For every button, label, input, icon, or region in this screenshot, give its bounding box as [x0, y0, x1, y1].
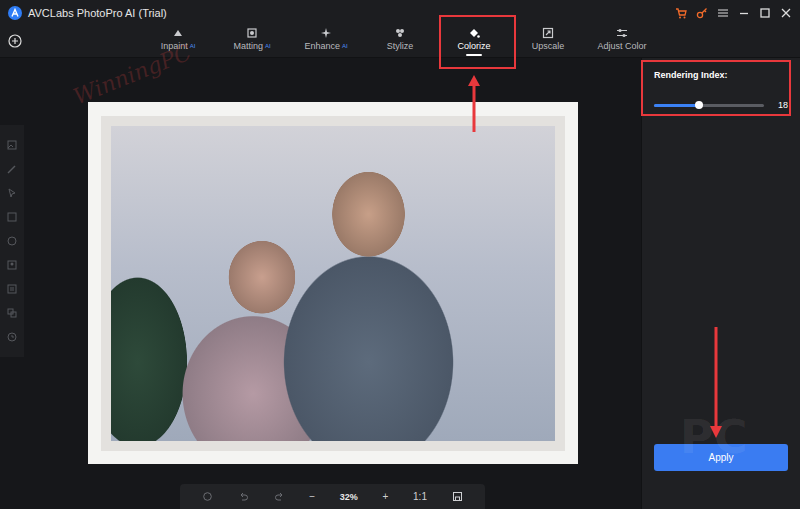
tab-underline	[318, 54, 334, 56]
tool-bar	[0, 125, 24, 357]
cart-icon[interactable]	[675, 7, 687, 19]
tab[interactable]: EnhanceAI	[289, 26, 363, 56]
workspace: − 32% +1:1	[0, 58, 641, 509]
arrow-down-icon	[709, 327, 723, 439]
zoom-out-button[interactable]: −	[309, 491, 315, 502]
tab-bar: InpaintAIMattingAIEnhanceAIStylizeColori…	[0, 25, 800, 58]
window-title: AVCLabs PhotoPro AI (Trial)	[28, 7, 167, 19]
rendering-index-slider[interactable]	[654, 104, 764, 107]
maximize-icon[interactable]	[759, 7, 771, 19]
upscale-icon	[542, 27, 554, 39]
tab-label: Stylize	[387, 41, 414, 51]
tab-label: Upscale	[532, 41, 565, 51]
ai-badge: AI	[342, 43, 348, 49]
image-icon[interactable]	[6, 139, 18, 151]
slider-thumb[interactable]	[695, 101, 703, 109]
key-icon[interactable]	[696, 7, 708, 19]
watermark: WinningPC	[70, 40, 195, 110]
title-bar: AVCLabs PhotoPro AI (Trial)	[0, 0, 800, 25]
actual-size-button[interactable]: 1:1	[413, 491, 427, 502]
matting-icon	[246, 27, 258, 39]
reset-icon[interactable]	[202, 491, 213, 502]
slider-value: 18	[772, 100, 788, 110]
tab-label: Adjust Color	[597, 41, 646, 51]
slider-fill	[654, 104, 699, 107]
menu-icon[interactable]	[717, 7, 729, 19]
settings-panel: Rendering Index: 18 Apply	[641, 58, 800, 509]
inpaint-icon	[172, 27, 184, 39]
tab[interactable]: Stylize	[363, 26, 437, 56]
tab-underline	[244, 54, 260, 56]
save-icon[interactable]	[452, 491, 463, 502]
enhance-icon	[320, 27, 332, 39]
tab-underline	[392, 54, 408, 56]
watermark: PC	[680, 410, 747, 464]
tab[interactable]: Adjust Color	[585, 26, 659, 56]
minimize-icon[interactable]	[738, 7, 750, 19]
ellipse-icon[interactable]	[6, 235, 18, 247]
tab[interactable]: MattingAI	[215, 26, 289, 56]
rectangle-icon[interactable]	[6, 211, 18, 223]
canvas[interactable]	[24, 58, 641, 484]
stylize-icon	[394, 27, 406, 39]
tab[interactable]: Colorize	[437, 26, 511, 56]
add-icon[interactable]	[8, 34, 22, 48]
rendering-index-label: Rendering Index:	[654, 70, 788, 80]
tab-label: Inpaint	[161, 41, 188, 51]
history-icon[interactable]	[6, 331, 18, 343]
tab-label: Enhance	[304, 41, 340, 51]
tab[interactable]: InpaintAI	[141, 26, 215, 56]
annotation-box	[439, 15, 516, 69]
tab-underline	[466, 54, 482, 56]
zoom-bar: − 32% +1:1	[180, 484, 485, 509]
tab-label: Colorize	[457, 41, 490, 51]
annotation-box	[641, 60, 791, 116]
photo-image	[101, 116, 565, 451]
app-logo-icon	[8, 6, 22, 20]
list-icon[interactable]	[6, 283, 18, 295]
apply-button[interactable]: Apply	[654, 444, 788, 471]
tab-underline	[540, 54, 556, 56]
person-select-icon[interactable]	[6, 259, 18, 271]
tab-underline	[614, 54, 630, 56]
adjust-color-icon	[616, 27, 628, 39]
zoom-in-button[interactable]: +	[383, 491, 389, 502]
paint-bucket-icon	[468, 27, 480, 39]
ai-badge: AI	[265, 43, 271, 49]
pointer-icon[interactable]	[6, 187, 18, 199]
close-icon[interactable]	[780, 7, 792, 19]
photo	[88, 102, 578, 464]
tab[interactable]: Upscale	[511, 26, 585, 56]
layers-icon[interactable]	[6, 307, 18, 319]
zoom-level: 32%	[340, 492, 358, 502]
arrow-up-icon	[467, 74, 481, 132]
tab-underline	[170, 54, 186, 56]
redo-icon[interactable]	[274, 491, 285, 502]
undo-icon[interactable]	[238, 491, 249, 502]
brush-icon[interactable]	[6, 163, 18, 175]
tab-label: Matting	[233, 41, 263, 51]
ai-badge: AI	[190, 43, 196, 49]
